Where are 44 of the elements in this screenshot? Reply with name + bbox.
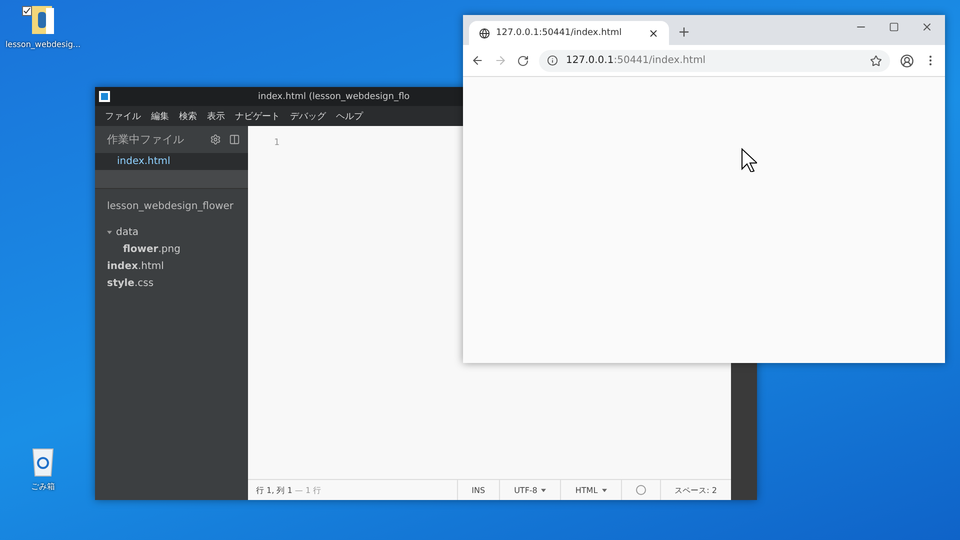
desktop-icon-label: ごみ箱 — [31, 481, 55, 492]
menu-item[interactable]: ヘルプ — [336, 110, 363, 122]
menu-item[interactable]: ファイル — [105, 110, 141, 122]
encoding-dropdown[interactable]: UTF-8 — [499, 480, 560, 500]
close-icon[interactable] — [648, 28, 659, 38]
menu-item[interactable]: デバッグ — [290, 110, 326, 122]
desktop-icon-label: lesson_webdesig... — [5, 40, 81, 49]
section-title: 作業中ファイル — [107, 132, 185, 147]
file-tree-item[interactable]: flower.png — [95, 241, 248, 258]
profile-icon[interactable] — [900, 54, 914, 68]
caret-icon — [602, 488, 607, 492]
menu-item[interactable]: ナビゲート — [235, 110, 280, 122]
file-tree-item[interactable]: data — [95, 224, 248, 241]
caret-icon — [541, 488, 546, 492]
address-bar[interactable]: 127.0.0.1:50441/index.html — [539, 50, 890, 72]
line-count: — 1 行 — [294, 486, 322, 494]
menu-item[interactable]: 表示 — [207, 110, 225, 122]
back-icon[interactable] — [471, 54, 484, 67]
globe-icon — [479, 28, 490, 38]
new-tab-icon[interactable] — [677, 25, 691, 39]
file-tree-item[interactable]: index.html — [95, 258, 248, 275]
circle-icon[interactable] — [636, 485, 646, 495]
mouse-pointer-icon — [741, 148, 757, 172]
split-view-icon[interactable] — [229, 134, 240, 145]
maximize-icon[interactable] — [889, 22, 899, 32]
close-icon[interactable] — [921, 21, 933, 33]
folder-icon[interactable] — [30, 4, 56, 36]
window-title: index.html (lesson_webdesign_flo — [258, 92, 410, 102]
checkbox[interactable] — [22, 6, 32, 16]
app-logo-icon — [99, 91, 110, 102]
menu-item[interactable]: 編集 — [151, 110, 169, 122]
browser-tab[interactable]: 127.0.0.1:50441/index.html — [469, 21, 669, 45]
info-icon — [547, 55, 558, 66]
language-dropdown[interactable]: HTML — [560, 480, 621, 500]
working-file-item[interactable]: index.html — [95, 153, 248, 170]
reload-icon[interactable] — [517, 54, 529, 66]
cursor-position: 行 1, 列 1 — [256, 486, 292, 494]
file-tree-item[interactable]: style.css — [95, 275, 248, 292]
settings-icon[interactable] — [210, 134, 221, 145]
menu-item[interactable]: 検索 — [179, 110, 197, 122]
insert-mode[interactable]: INS — [456, 480, 500, 500]
project-dropdown[interactable]: lesson_webdesign_flower — [95, 197, 248, 216]
bookmark-star-icon[interactable] — [870, 54, 882, 66]
line-number: 1 — [274, 138, 280, 148]
